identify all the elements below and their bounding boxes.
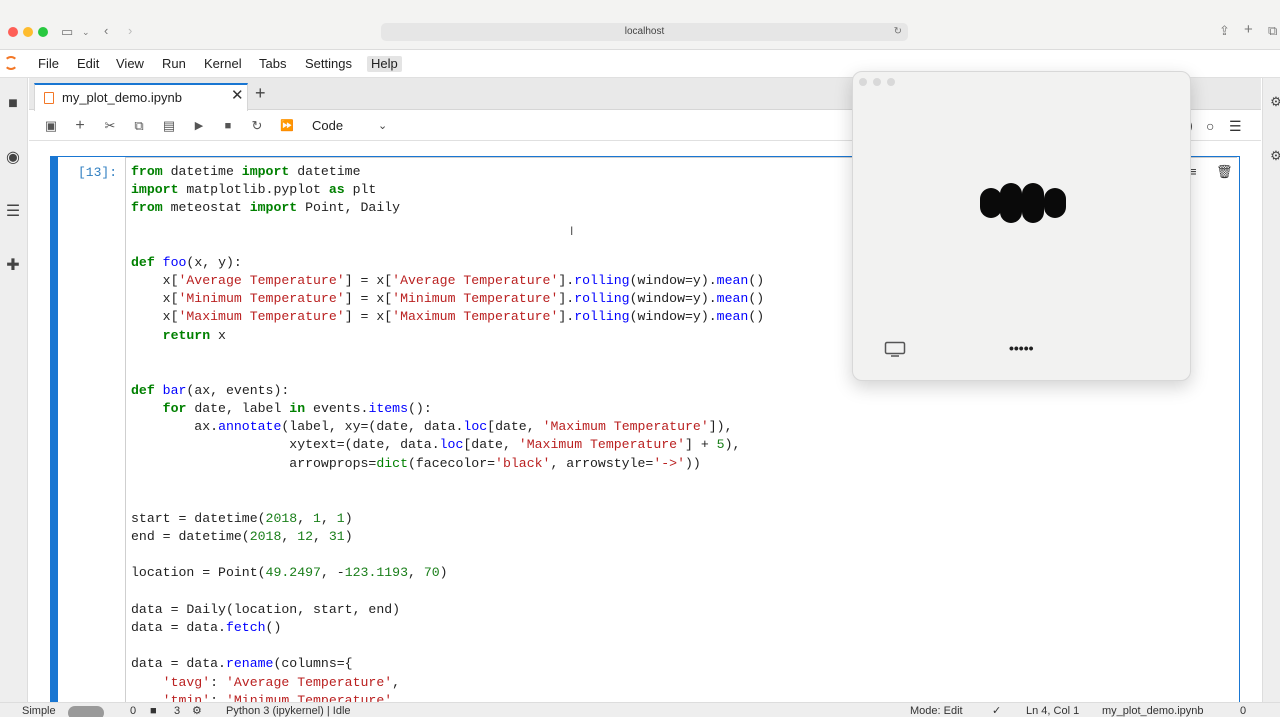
code-line-13: def bar(ax, events): (131, 383, 290, 398)
password-dots: ••••• (1009, 340, 1034, 356)
paste-icon[interactable]: ▤ (161, 118, 177, 134)
debugger-icon[interactable]: ⚙ (1267, 148, 1280, 164)
menu-view[interactable]: View (112, 56, 148, 72)
zoom-window-button[interactable] (38, 27, 48, 37)
tab-overview-icon[interactable]: ⧉ (1268, 24, 1277, 38)
cell-type-select[interactable]: Code ⌄ (312, 118, 392, 136)
kernel-status-icon: ○ (1206, 118, 1215, 134)
kernel-status[interactable]: Python 3 (ipykernel) | Idle (226, 705, 351, 717)
delete-cell-icon[interactable]: 🗑 (1216, 164, 1233, 180)
left-activity-bar: ■ ◉ ☰ ✚ (0, 78, 28, 717)
screen-icon[interactable] (884, 341, 906, 357)
code-line-2: import matplotlib.pyplot as plt (131, 182, 377, 197)
run-icon[interactable]: ▶ (191, 118, 207, 134)
extensions-icon[interactable]: ✚ (4, 258, 22, 274)
app-logo-icon (980, 183, 1066, 223)
menu-run[interactable]: Run (158, 56, 190, 72)
code-line-3: from meteostat import Point, Daily (131, 200, 401, 215)
cell-collapser[interactable] (51, 157, 58, 703)
overlay-zoom-button[interactable] (887, 78, 895, 86)
simple-mode-toggle[interactable] (68, 706, 104, 717)
code-line-21: end = datetime(2018, 12, 31) (131, 529, 353, 544)
notifications-count[interactable]: 0 (1240, 705, 1246, 717)
sidebar-toggle-icon[interactable]: ▭ (61, 25, 73, 39)
browser-toolbar: ▭ ⌄ ‹ › localhost ↻ ⇪ + ⧉ (0, 0, 1280, 50)
code-line-20: start = datetime(2018, 1, 1) (131, 511, 353, 526)
minimize-window-button[interactable] (23, 27, 33, 37)
running-kernels-icon[interactable]: ◉ (4, 150, 22, 166)
forward-icon[interactable]: › (128, 24, 132, 38)
insert-cell-icon[interactable]: + (72, 118, 88, 134)
gear-icon: ⚙ (192, 705, 202, 717)
overlay-minimize-button[interactable] (873, 78, 881, 86)
terminal-icon: ■ (150, 705, 157, 717)
code-line-1: from datetime import datetime (131, 164, 361, 179)
code-line-26: data = data.fetch() (131, 620, 282, 635)
add-tab-icon[interactable]: + (255, 84, 266, 102)
right-sidebar: ⚙ ⚙ (1262, 78, 1280, 717)
restart-icon[interactable]: ↻ (249, 118, 265, 134)
kernels-count: 3 (174, 705, 181, 717)
copy-icon[interactable]: ⧉ (131, 118, 147, 134)
notebook-icon (44, 92, 54, 104)
code-line-14: for date, label in events.items(): (162, 401, 432, 416)
code-line-7: x['Average Temperature'] = x['Average Te… (131, 273, 765, 288)
cell-type-value: Code (312, 118, 344, 133)
chevron-down-icon: ⌄ (378, 120, 388, 132)
menu-icon[interactable]: ☰ (1229, 118, 1242, 134)
tab-title: my_plot_demo.ipynb (62, 90, 182, 105)
cut-icon[interactable]: ✂ (102, 118, 118, 134)
chevron-down-icon[interactable]: ⌄ (82, 25, 90, 39)
menu-help[interactable]: Help (367, 56, 402, 72)
code-line-23: location = Point(49.2497, -123.1193, 70) (131, 565, 448, 580)
code-line-8: x['Minimum Temperature'] = x['Minimum Te… (131, 291, 765, 306)
execution-prompt: [13]: (78, 165, 118, 180)
menu-settings[interactable]: Settings (301, 56, 356, 72)
code-line-9: x['Maximum Temperature'] = x['Maximum Te… (131, 309, 765, 324)
simple-mode-label: Simple (22, 705, 56, 717)
close-window-button[interactable] (8, 27, 18, 37)
code-line-28: data = data.rename(columns={ (131, 656, 353, 671)
jupyter-logo-icon (4, 56, 18, 70)
address-bar[interactable]: localhost ↻ (381, 23, 908, 41)
url-text: localhost (624, 26, 665, 37)
terminals-count: 0 (130, 705, 137, 717)
code-line-15: ax.annotate(label, xy=(date, data.loc[da… (131, 419, 733, 434)
cursor-position[interactable]: Ln 4, Col 1 (1026, 705, 1079, 717)
code-line-6: def foo(x, y): (131, 255, 242, 270)
fast-forward-icon[interactable]: ⏩ (279, 118, 295, 134)
save-icon[interactable]: ▣ (43, 118, 59, 134)
text-cursor-icon: I (570, 224, 574, 238)
back-icon[interactable]: ‹ (104, 24, 108, 38)
folder-icon[interactable]: ■ (4, 96, 22, 112)
menu-edit[interactable]: Edit (73, 56, 103, 72)
editor-mode: Mode: Edit (910, 705, 963, 717)
overlay-close-button[interactable] (859, 78, 867, 86)
stop-icon[interactable]: ■ (220, 118, 236, 134)
code-line-17: arrowprops=dict(facecolor='black', arrow… (131, 456, 701, 471)
code-line-16: xytext=(date, data.loc[date, 'Maximum Te… (131, 437, 741, 452)
new-tab-icon[interactable]: + (1244, 22, 1253, 37)
overlay-window[interactable]: ••••• (852, 71, 1191, 381)
file-name: my_plot_demo.ipynb (1102, 705, 1204, 717)
menu-kernel[interactable]: Kernel (200, 56, 246, 72)
code-line-29: 'tavg': 'Average Temperature', (162, 675, 401, 690)
share-icon[interactable]: ⇪ (1219, 24, 1230, 38)
reload-icon[interactable]: ↻ (894, 23, 902, 41)
notebook-tab[interactable]: my_plot_demo.ipynb ✕ (34, 83, 248, 111)
status-bar: Simple 0 ■ 3 ⚙ Python 3 (ipykernel) | Id… (0, 702, 1280, 717)
menu-file[interactable]: File (34, 56, 63, 72)
property-inspector-icon[interactable]: ⚙ (1267, 94, 1280, 110)
menu-tabs[interactable]: Tabs (255, 56, 290, 72)
code-line-25: data = Daily(location, start, end) (131, 602, 401, 617)
table-of-contents-icon[interactable]: ☰ (4, 204, 22, 220)
shield-icon: ✓ (992, 705, 1002, 717)
close-icon[interactable]: ✕ (231, 88, 244, 104)
code-line-10: return x (162, 328, 226, 343)
